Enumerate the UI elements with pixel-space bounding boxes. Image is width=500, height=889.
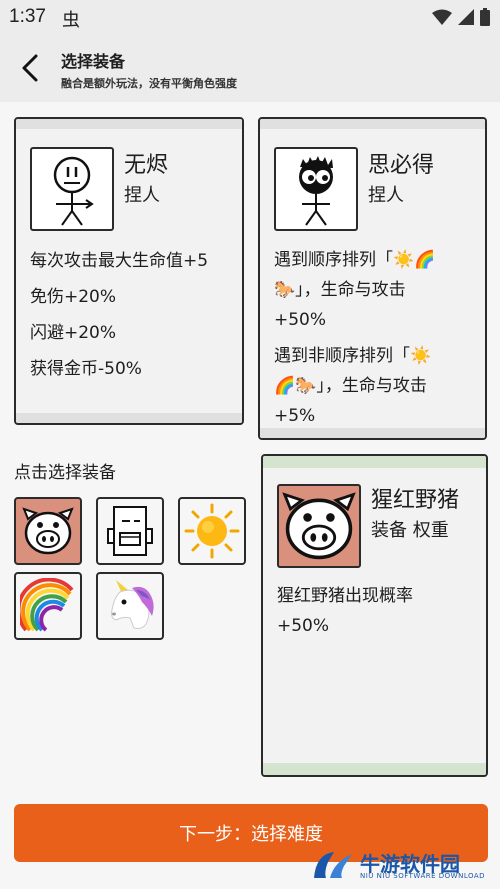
signal-icon <box>458 9 474 25</box>
equipment-type: 装备 权重 <box>371 520 449 541</box>
page-subtitle: 融合是额外玩法，没有平衡角色强度 <box>61 77 237 90</box>
pig-face-icon <box>282 492 356 560</box>
status-time: 1:37 <box>9 6 46 27</box>
effect-line: 闪避+20% <box>30 323 117 343</box>
watermark-logo-icon <box>314 852 352 878</box>
character-card-wujin[interactable]: 无烬 捏人 每次攻击最大生命值+5 免伤+20% 闪避+20% 获得金币-50% <box>14 117 244 425</box>
equipment-name: 猩红野猪 <box>371 488 460 513</box>
wifi-icon <box>432 9 452 25</box>
page-title: 选择装备 <box>61 52 126 71</box>
status-bar: 1:37 虫 <box>0 0 500 34</box>
content-area: 无烬 捏人 每次攻击最大生命值+5 免伤+20% 闪避+20% 获得金币-50%… <box>0 102 500 889</box>
card-bottom-strip <box>263 763 486 775</box>
watermark-subtext: NIU NIU SOFTWARE DOWNLOAD <box>360 872 486 880</box>
character-avatar <box>274 147 358 231</box>
chevron-left-icon <box>22 54 38 82</box>
card-top-strip <box>263 456 486 468</box>
effect-line: 每次攻击最大生命值+5 <box>30 251 209 271</box>
robot-icon <box>107 506 153 556</box>
effect-line: +50% <box>277 616 330 636</box>
effect-line: 猩红野猪出现概率 <box>277 586 413 606</box>
effect-line: 遇到顺序排列「☀️🌈 <box>274 250 436 270</box>
rainbow-icon <box>20 578 74 632</box>
header: 选择装备 融合是额外玩法，没有平衡角色强度 <box>0 34 500 102</box>
equipment-avatar <box>277 484 361 568</box>
equip-slot-unicorn[interactable] <box>96 572 164 640</box>
equipment-section-label: 点击选择装备 <box>14 463 116 483</box>
effect-line: 🐎」，生命与攻击 <box>274 280 406 300</box>
battery-icon <box>480 8 490 26</box>
equip-slot-pig[interactable] <box>14 497 82 565</box>
effect-line: +50% <box>274 310 327 330</box>
character-name: 无烬 <box>124 153 169 178</box>
effect-line: 获得金币-50% <box>30 359 142 379</box>
character-type: 捏人 <box>368 185 404 206</box>
effect-line: 🌈🐎」，生命与攻击 <box>274 376 427 396</box>
card-top-strip <box>16 119 242 129</box>
effect-line: 遇到非顺序排列「☀️ <box>274 346 432 366</box>
effect-line: 免伤+20% <box>30 287 117 307</box>
equip-slot-rainbow[interactable] <box>14 572 82 640</box>
card-bottom-strip <box>260 428 485 438</box>
effect-line: +5% <box>274 406 316 426</box>
selected-equipment-card: 猩红野猪 装备 权重 猩红野猪出现概率 +50% <box>261 454 488 777</box>
sun-icon <box>184 503 240 559</box>
back-button[interactable] <box>16 52 46 84</box>
pig-face-icon <box>22 507 74 555</box>
watermark: 牛游软件园 NIU NIU SOFTWARE DOWNLOAD <box>312 846 492 886</box>
character-type: 捏人 <box>124 185 160 206</box>
character-card-sibide[interactable]: 思必得 捏人 遇到顺序排列「☀️🌈 🐎」，生命与攻击 +50% 遇到非顺序排列「… <box>258 117 487 440</box>
status-icons <box>432 8 490 26</box>
card-bottom-strip <box>16 413 242 423</box>
character-avatar <box>30 147 114 231</box>
unicorn-icon <box>111 580 154 629</box>
spiky-stickman-icon <box>299 156 333 226</box>
stickman-icon <box>53 156 94 226</box>
app-notification-icon: 虫 <box>62 10 80 31</box>
equip-slot-robot[interactable] <box>96 497 164 565</box>
equip-slot-sun[interactable] <box>178 497 246 565</box>
character-name: 思必得 <box>368 153 435 178</box>
card-top-strip <box>260 119 485 129</box>
